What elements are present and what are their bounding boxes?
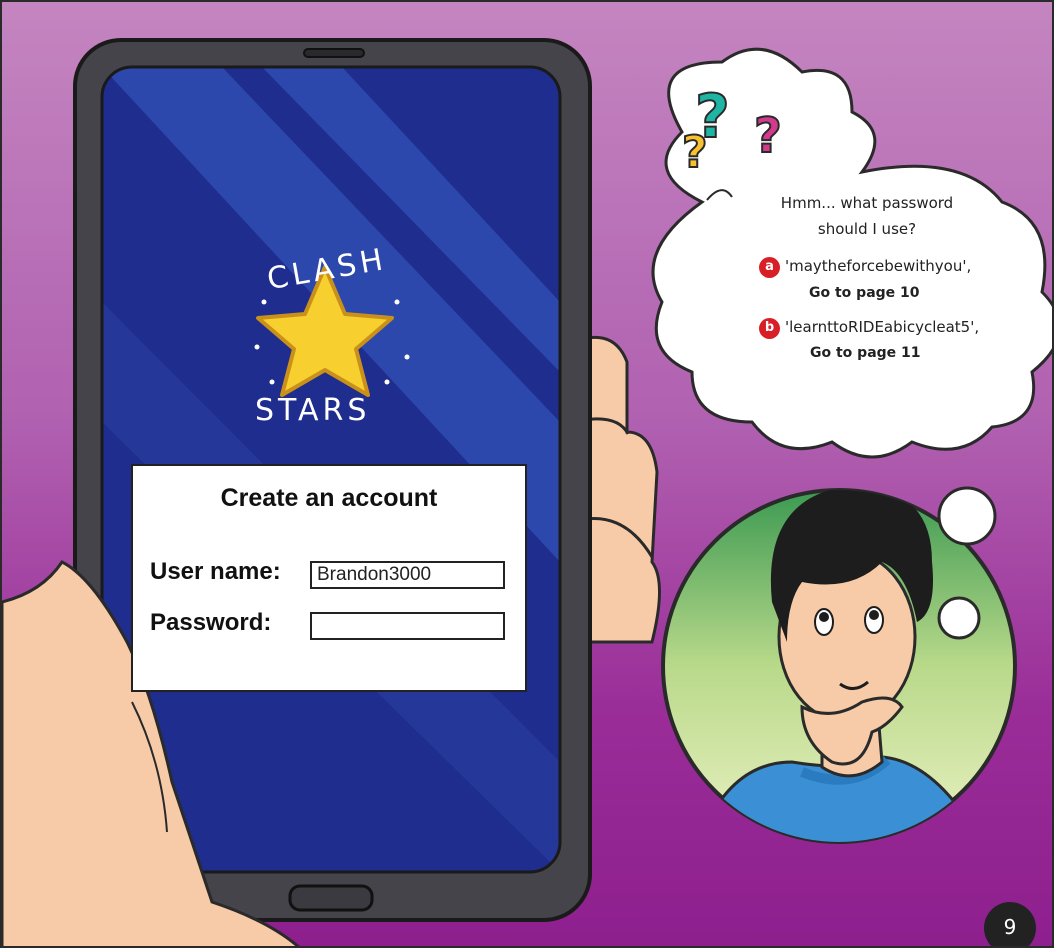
form-title: Create an account — [220, 484, 438, 512]
question-mark-icon: ? — [682, 127, 708, 178]
option-a-badge: a — [759, 257, 780, 278]
option-b: b 'learnttoRIDEabicycleat5', — [759, 318, 979, 339]
boy-portrait — [661, 486, 1017, 844]
option-b-text: 'learnttoRIDEabicycleat5', — [785, 318, 980, 336]
create-account-form: Create an account User name: Password: — [131, 464, 527, 692]
question-line-1: Hmm... what password — [780, 194, 954, 212]
option-b-badge: b — [759, 318, 780, 339]
option-a-goto: Go to page 10 — [809, 285, 920, 301]
option-a-text: 'maytheforcebewithyou', — [785, 257, 972, 275]
comic-page: ? ? ? CLASH STARS Create an account User… — [0, 0, 1054, 948]
username-label: User name: — [150, 558, 281, 585]
tablet-home-button[interactable] — [288, 884, 374, 912]
thought-cloud: ? ? ? — [651, 47, 1052, 459]
logo-top-text: CLASH — [265, 242, 390, 297]
password-input[interactable] — [310, 612, 505, 640]
logo-bottom-text: STARS — [255, 393, 370, 428]
question-line-2: should I use? — [817, 220, 917, 238]
username-input[interactable] — [310, 561, 505, 589]
option-a: a 'maytheforcebewithyou', — [759, 257, 971, 278]
question-mark-icon: ? — [754, 108, 782, 164]
option-b-goto: Go to page 11 — [810, 345, 921, 361]
password-label: Password: — [150, 609, 272, 636]
clash-stars-logo: CLASH STARS — [255, 242, 390, 428]
tablet-speaker — [303, 48, 365, 58]
page-number: 9 — [984, 902, 1036, 946]
